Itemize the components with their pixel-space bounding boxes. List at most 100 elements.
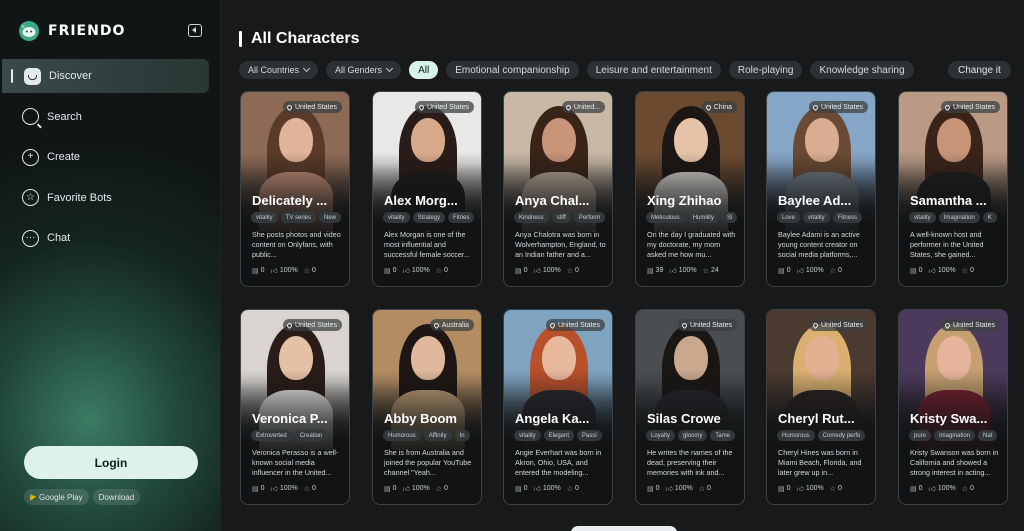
gender-dropdown[interactable]: All Genders <box>326 61 402 79</box>
character-name: Anya Chal... <box>515 193 590 208</box>
collapse-sidebar-icon[interactable] <box>188 24 202 37</box>
character-tag: Extroverted <box>251 430 292 441</box>
character-card[interactable]: United States Delicately ... vitality TV … <box>240 91 350 287</box>
google-play-button[interactable]: Google Play <box>24 489 89 505</box>
character-tag: vitality <box>383 212 410 223</box>
character-tag: Strategy <box>412 212 446 223</box>
star-icon: ☆ <box>435 485 443 493</box>
location-label: United States <box>952 321 995 329</box>
character-tag: Fitness <box>832 212 863 223</box>
favorites-stat: ☆ 0 <box>567 266 579 275</box>
thumbs-up-icon: 👍︎ <box>270 486 278 493</box>
favorites-count: 24 <box>710 267 719 274</box>
character-stats: ▤ 0 👍︎ 100% ☆ 0 <box>778 266 842 275</box>
likes-stat: 👍︎ 100% <box>666 484 693 493</box>
character-description: Kristy Swanson was born in California an… <box>910 448 999 477</box>
character-tag: Imagination <box>938 212 980 223</box>
character-description: Angie Everhart was born in Akron, Ohio, … <box>515 448 602 477</box>
character-stats: ▤ 0 👍︎ 100% ☆ 0 <box>515 266 579 275</box>
filter-chip-knowledge-sharing[interactable]: Knowledge sharing <box>810 61 914 79</box>
messages-count: 0 <box>523 267 528 274</box>
character-tag: Kindness <box>514 212 549 223</box>
thumbs-up-icon: 👍︎ <box>533 486 541 493</box>
sidebar-item-create[interactable]: + Create <box>0 140 221 174</box>
sidebar-item-chat[interactable]: ··· Chat <box>0 221 221 255</box>
character-tag: K <box>982 212 997 223</box>
character-card[interactable]: United States Silas Crowe Loyalty gloomy T… <box>635 309 745 505</box>
login-button[interactable]: Login <box>24 446 198 479</box>
discover-icon <box>24 67 41 85</box>
likes-stat: 👍︎ 100% <box>797 266 824 275</box>
country-dropdown[interactable]: All Countries <box>239 61 319 79</box>
character-card[interactable]: United States Kristy Swa... pure Imaginat… <box>898 309 1008 505</box>
character-card[interactable]: Australia Abby Boom Humorous Affinity In S… <box>372 309 482 505</box>
character-description: On the day I graduated with my doctorate… <box>647 230 736 259</box>
character-tag: Love <box>777 212 801 223</box>
location-pin-icon <box>285 321 294 329</box>
messages-count: 0 <box>392 267 397 274</box>
star-icon: ☆ <box>435 267 443 275</box>
character-tag: Fitnes <box>448 212 475 223</box>
star-icon: ☆ <box>303 267 311 275</box>
character-card[interactable]: United States Angela Ka... vitality Elega… <box>503 309 613 505</box>
character-stats: ▤ 0 👍︎ 100% ☆ 0 <box>252 266 316 275</box>
character-description: Anya Chalotra was born in Wolverhampton,… <box>515 230 606 259</box>
country-dropdown-label: All Countries <box>248 65 300 75</box>
character-description: Baylee Adami is an active young content … <box>778 230 860 259</box>
filter-chip-leisure-entertainment[interactable]: Leisure and entertainment <box>586 61 721 79</box>
favorites-stat: ☆ 0 <box>830 266 842 275</box>
chat-icon: ··· <box>22 229 39 247</box>
character-card[interactable]: United States Alex Morg... vitality Strat… <box>372 91 482 287</box>
sidebar-item-label: Chat <box>47 232 71 244</box>
character-tag: Comedy perfo <box>817 430 866 441</box>
character-card[interactable]: China Xing Zhihao Meticulous Humility Sl O… <box>635 91 745 287</box>
location-pin-icon <box>811 321 820 329</box>
star-icon: ☆ <box>566 485 574 493</box>
messages-stat: ▤ 0 <box>515 266 528 275</box>
character-card[interactable]: United... Anya Chal... Kindness stiff Perf… <box>503 91 613 287</box>
filter-chip-emotional-companionship[interactable]: Emotional companionship <box>446 61 579 79</box>
star-icon: ☆ <box>961 267 969 275</box>
filter-chip-all[interactable]: All <box>409 61 439 79</box>
character-tag: Imagination <box>934 430 976 441</box>
location-label: United States <box>294 103 337 111</box>
download-button[interactable]: Download <box>92 489 141 505</box>
messages-stat: ▤ 0 <box>252 484 265 493</box>
filter-bar: All Countries All Genders All Emotional … <box>239 61 914 79</box>
sidebar-item-search[interactable]: Search <box>0 100 221 134</box>
filter-chip-role-playing[interactable]: Role-playing <box>728 61 803 79</box>
character-tag: Perform <box>573 212 606 223</box>
character-tags: vitality Elegant Passi <box>514 430 612 441</box>
likes-percent: 100% <box>411 485 430 492</box>
character-tag: In <box>454 430 470 441</box>
messages-count: 0 <box>786 485 791 492</box>
message-icon: ▤ <box>384 267 391 275</box>
sidebar-item-favorite-bots[interactable]: ☆ Favorite Bots <box>0 181 221 215</box>
sidebar-item-discover[interactable]: Discover <box>2 59 209 93</box>
character-card[interactable]: United States Baylee Ad... Love vitality F… <box>766 91 876 287</box>
thumbs-up-icon: 👍︎ <box>928 268 936 275</box>
likes-stat: 👍︎ 100% <box>403 484 430 493</box>
location-label: United States <box>952 103 995 111</box>
thumbs-up-icon: 👍︎ <box>270 268 278 275</box>
likes-stat: 👍︎ 100% <box>534 484 561 493</box>
character-card[interactable]: United States Cheryl Rut... Humorous Come… <box>766 309 876 505</box>
load-more-button[interactable] <box>571 526 677 531</box>
favorites-stat: ☆ 0 <box>567 484 579 493</box>
favorites-count: 0 <box>312 267 316 274</box>
messages-count: 0 <box>655 485 660 492</box>
app-window: FRIENDO Discover Search + Create ☆ Favor… <box>0 0 1024 531</box>
character-stats: ▤ 0 👍︎ 100% ☆ 0 <box>910 266 974 275</box>
app-store-links: Google Play Download <box>24 489 141 505</box>
logo[interactable]: FRIENDO <box>18 20 125 42</box>
sidebar-item-label: Search <box>47 110 82 123</box>
location-badge: United States <box>808 101 868 113</box>
character-tag: Humorous <box>383 430 421 441</box>
star-icon: ☆ <box>702 267 709 275</box>
location-badge: United States <box>677 319 737 331</box>
character-card[interactable]: United States Samantha ... vitality Imagi… <box>898 91 1008 287</box>
sidebar: FRIENDO Discover Search + Create ☆ Favor… <box>0 0 221 531</box>
character-card[interactable]: United States Veronica P... Extroverted C… <box>240 309 350 505</box>
change-it-button[interactable]: Change it <box>948 61 1011 79</box>
star-icon: ☆ <box>566 267 574 275</box>
